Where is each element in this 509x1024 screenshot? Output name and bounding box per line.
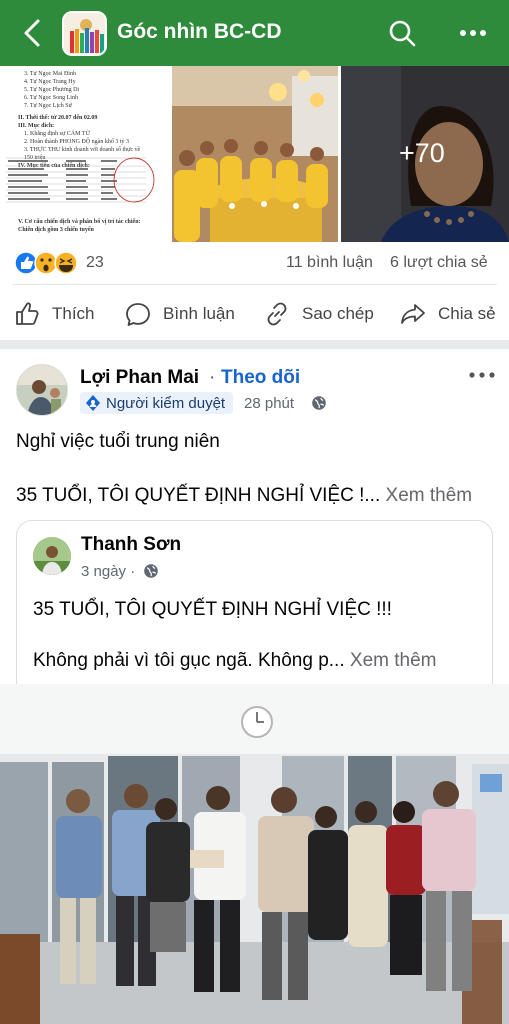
shared-text-line: Không phải vì tôi gục ngã. Không p... Xe… [33,650,437,672]
copy-link-button[interactable]: Sao chép [264,300,374,328]
like-label: Thích [52,304,95,323]
post-text-line: 35 TUỔI, TÔI QUYẾT ĐỊNH NGHỈ VIỆC !... X… [16,485,472,507]
portrait-photo-more[interactable]: +70 [341,66,509,242]
like-button[interactable]: Thích [14,300,95,328]
group-title[interactable]: Góc nhìn BC-CD [117,20,281,44]
shared-author-avatar[interactable] [33,537,71,575]
separator-dot: · [209,367,216,388]
wow-reaction-icon [34,251,58,275]
follow-button[interactable]: Theo dõi [221,367,300,389]
document-photo[interactable]: 3. Tự Ngọc Mai Đình 4. Tự Ngọc Trang Hy … [0,66,170,242]
post-time[interactable]: 28 phút [244,395,294,412]
post-text-line: Nghỉ việc tuổi trung niên [16,431,220,452]
doc-table-graphic [6,157,155,203]
doc-line: 1. Khẳng định sự CẢM TỬ [24,131,91,137]
share-button[interactable]: Chia sẻ [400,300,496,328]
doc-line: 4. Tự Ngọc Trang Hy [24,79,76,85]
doc-line: 3. THỰC THU kinh doanh với doanh số thực… [24,147,141,153]
group-avatar[interactable] [62,11,107,56]
like-reaction-icon [14,251,38,275]
share-count[interactable]: 6 lượt chia sẻ [390,254,488,272]
moderator-badge-label: Người kiểm duyệt [106,394,226,412]
doc-line: 3. Tự Ngọc Mai Đình [24,71,76,77]
copy-label: Sao chép [302,304,374,323]
globe-icon [312,396,326,410]
doc-heading: Chiến dịch gồm 3 chiến tuyến [18,227,94,233]
shared-post-time[interactable]: 3 ngày · [81,563,135,580]
doc-line: 6. Tự Ngọc Song Linh [24,95,78,101]
see-more-link[interactable]: Xem thêm [386,485,473,506]
doc-heading: II. Thời thế: từ 20.07 đến 02.09 [18,115,98,121]
search-icon[interactable] [387,18,417,48]
moderator-badge[interactable]: Người kiểm duyệt [80,392,234,414]
comment-icon [126,303,150,326]
moderator-shield-icon [86,395,100,411]
comment-button[interactable]: Bình luận [125,300,235,328]
link-icon [267,302,287,326]
author-avatar[interactable] [16,364,68,416]
post-text-preview: 35 TUỔI, TÔI QUYẾT ĐỊNH NGHỈ VIỆC !... [16,485,381,506]
reaction-icons[interactable] [14,249,84,277]
reaction-count[interactable]: 23 [86,254,104,272]
post-group-photo[interactable] [0,684,509,1024]
comment-count[interactable]: 11 bình luận [286,254,373,272]
post-action-bar: Thích Bình luận Sao chép Chia sẻ [0,292,509,334]
post-author-name[interactable]: Lợi Phan Mai [80,367,199,389]
doc-line: 5. Tự Ngọc Phương Di [24,87,80,93]
post-options-icon[interactable] [468,370,496,380]
doc-line: 7. Tự Ngọc Lịch Sử [24,103,72,109]
more-photos-count[interactable]: +70 [399,138,445,169]
more-dots-icon[interactable] [458,24,488,42]
comment-label: Bình luận [163,304,235,323]
doc-heading: V. Cơ cấu chiến dịch và phân bổ vị trí t… [18,219,141,225]
doc-heading: III. Mục đích: [18,123,55,129]
share-label: Chia sẻ [438,304,496,323]
shared-author-name[interactable]: Thanh Sơn [81,534,181,556]
divider [12,284,497,285]
shared-text-preview: Không phải vì tôi gục ngã. Không p... [33,650,345,671]
globe-icon [144,564,158,578]
shared-text-line: 35 TUỔI, TÔI QUYẾT ĐỊNH NGHỈ VIỆC !!! [33,599,392,620]
shared-see-more-link[interactable]: Xem thêm [350,650,437,671]
section-separator [0,340,509,349]
arrow-left-icon[interactable] [18,17,48,49]
share-arrow-icon [401,304,425,324]
group-header: Góc nhìn BC-CD [0,0,509,66]
previous-post-images: 3. Tự Ngọc Mai Đình 4. Tự Ngọc Trang Hy … [0,66,509,242]
thumbs-up-icon [16,302,39,325]
doc-line: 2. Hoàn thành PHONG ĐỘ ngàn khổ 3 tỷ 3 [24,139,129,145]
reactions-row: 23 11 bình luận 6 lượt chia sẻ [0,244,509,282]
meeting-room-photo[interactable] [172,66,338,242]
haha-reaction-icon [54,251,78,275]
